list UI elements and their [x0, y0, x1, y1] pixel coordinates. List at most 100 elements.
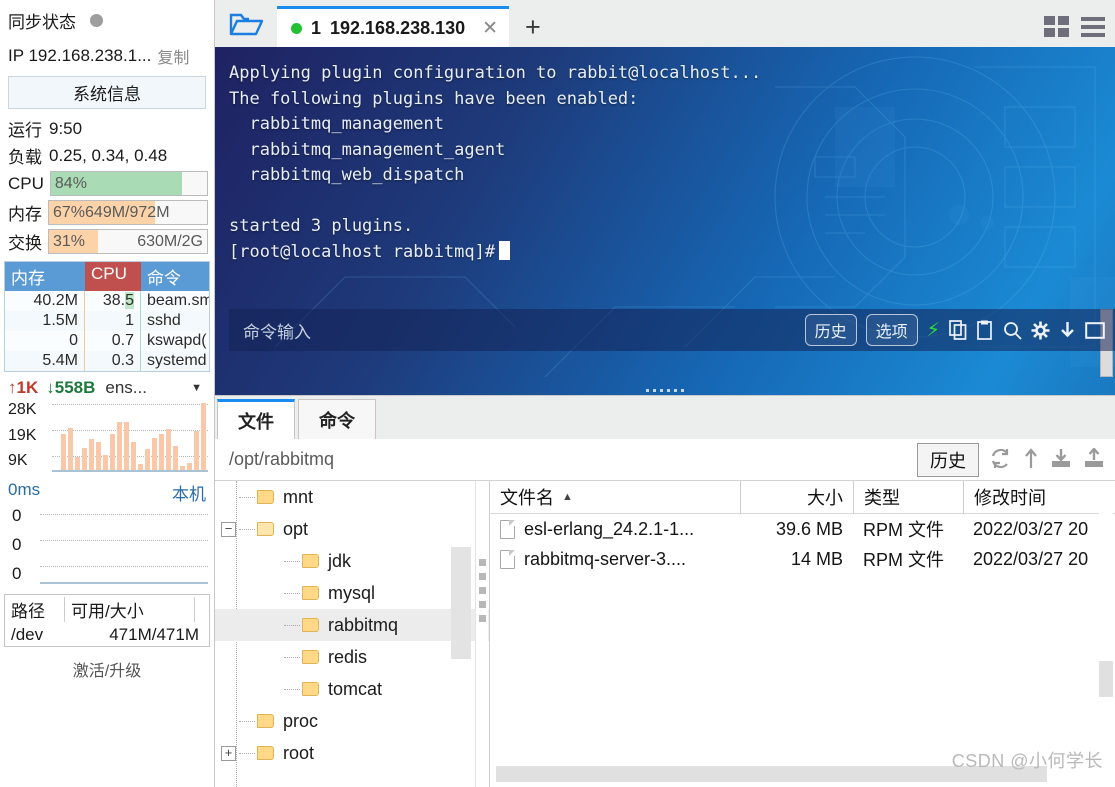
file-list-vscrollbar[interactable] — [1099, 483, 1113, 785]
file-name-cell: rabbitmq-server-3.... — [490, 549, 740, 570]
tree-connector — [284, 656, 300, 658]
file-name: esl-erlang_24.2.1-1... — [524, 518, 695, 539]
file-panel-tab-命令[interactable]: 命令 — [298, 399, 376, 439]
tree-resize-grip[interactable] — [479, 559, 486, 631]
tree-node-mysql[interactable]: mysql — [215, 577, 489, 609]
network-y-tick: 19K — [8, 426, 37, 444]
directory-tree[interactable]: mnt − opt jdk mysql rabbitmq redis tomcat proc + r… — [215, 481, 490, 787]
network-upload-rate: ↑1K — [8, 378, 39, 397]
command-input[interactable]: 命令输入 — [243, 318, 311, 343]
folder-icon — [302, 554, 319, 568]
tree-scroll-thumb[interactable] — [451, 547, 471, 659]
network-bar — [201, 402, 206, 470]
tree-node-redis[interactable]: redis — [215, 641, 489, 673]
ping-target-label[interactable]: 本机 — [172, 480, 206, 505]
download-icon[interactable] — [1050, 448, 1072, 472]
col-header-path[interactable]: 路径 — [5, 597, 65, 622]
tree-expander-toggle[interactable]: + — [221, 745, 236, 761]
search-icon[interactable] — [1003, 321, 1022, 340]
meter-row-交换: 交换 31% 630M/2G — [0, 227, 214, 256]
tree-connector — [284, 592, 300, 594]
col-header-memory[interactable]: 内存 — [5, 262, 85, 291]
terminal-history-button[interactable]: 历史 — [804, 314, 857, 346]
terminal-cursor — [499, 240, 511, 260]
file-history-button[interactable]: 历史 — [917, 442, 979, 477]
process-memory: 1.5M — [5, 311, 85, 331]
tree-node-rabbitmq[interactable]: rabbitmq — [215, 609, 489, 641]
terminal-tab-active[interactable]: 1 192.168.238.130 ✕ — [277, 6, 509, 47]
disk-row[interactable]: /dev 471M/471M — [5, 624, 209, 646]
resource-meters: CPU 84% 内存 67% 649M/972M 交换 31% 630M/2G — [0, 169, 214, 256]
copy-ip-button[interactable]: 复制 — [157, 44, 189, 68]
tree-node-root[interactable]: + root — [215, 737, 489, 769]
file-list-hscrollbar[interactable] — [496, 766, 1089, 782]
activate-upgrade-link[interactable]: 激活/升级 — [0, 647, 214, 687]
window-icon[interactable] — [1085, 321, 1105, 339]
file-list-row[interactable]: rabbitmq-server-3.... 14 MB RPM 文件 2022/03/… — [490, 544, 1115, 574]
ip-address-label: IP 192.168.238.1... — [8, 46, 152, 65]
network-chart: 28K 19K 9K — [0, 400, 214, 472]
process-row[interactable]: 40.2M 38.5 beam.sm — [5, 291, 209, 311]
new-tab-button[interactable]: + — [509, 14, 555, 47]
process-cpu: 38.5 — [85, 291, 141, 311]
folder-icon — [302, 618, 319, 632]
open-folder-icon[interactable] — [215, 0, 277, 47]
meter-text: 31% 630M/2G — [49, 230, 207, 253]
tree-node-jdk[interactable]: jdk — [215, 545, 489, 577]
refresh-icon[interactable] — [990, 448, 1012, 472]
process-row[interactable]: 5.4M 0.3 systemd — [5, 351, 209, 371]
tree-node-label: rabbitmq — [328, 614, 399, 635]
panel-splitter-handle[interactable] — [215, 385, 1115, 395]
upload-icon[interactable] — [1083, 446, 1105, 472]
directory-tree-nodes: mnt − opt jdk mysql rabbitmq redis tomcat proc + r… — [215, 481, 489, 769]
col-header-modified[interactable]: 修改时间 — [963, 480, 1115, 514]
tree-node-tomcat[interactable]: tomcat — [215, 673, 489, 705]
network-bars — [52, 400, 208, 470]
tree-connector — [284, 624, 300, 626]
meter-value: 630M/2G — [137, 232, 203, 250]
process-row[interactable]: 0 0.7 kswapd( — [5, 331, 209, 351]
bolt-icon[interactable]: ⚡ — [927, 321, 940, 340]
terminal-options-button[interactable]: 选项 — [865, 314, 918, 346]
meter-percent: 84% — [54, 174, 87, 192]
copy-icon[interactable] — [949, 320, 967, 340]
file-size: 14 MB — [790, 548, 843, 569]
process-memory: 0 — [5, 331, 85, 351]
path-input[interactable]: /opt/rabbitmq — [229, 449, 334, 470]
file-list-row[interactable]: esl-erlang_24.2.1-1... 39.6 MB RPM 文件 2022/… — [490, 514, 1115, 544]
col-header-cpu[interactable]: CPU — [85, 262, 141, 291]
tree-node-label: jdk — [328, 550, 352, 571]
tree-expander-toggle[interactable]: − — [221, 521, 236, 537]
gear-icon[interactable] — [1031, 321, 1050, 340]
paste-icon[interactable] — [976, 320, 994, 340]
terminal-command-bar: 命令输入 历史 选项 ⚡ — [229, 309, 1115, 351]
tree-node-opt[interactable]: − opt — [215, 513, 489, 545]
close-icon[interactable]: ✕ — [482, 17, 498, 40]
network-y-tick: 28K — [8, 401, 37, 418]
download-icon[interactable] — [1059, 321, 1076, 340]
file-panel-tab-文件[interactable]: 文件 — [217, 399, 295, 439]
col-header-filename[interactable]: 文件名 ▲ — [490, 481, 740, 514]
parent-dir-icon[interactable] — [1023, 447, 1039, 472]
grid-view-icon[interactable] — [1044, 16, 1069, 37]
network-bar — [166, 429, 171, 470]
tree-node-proc[interactable]: proc — [215, 705, 489, 737]
ping-chart: 0 0 0 — [0, 506, 214, 584]
network-bar — [82, 447, 87, 470]
process-row[interactable]: 1.5M 1 sshd — [5, 311, 209, 331]
col-header-size[interactable]: 大小 — [740, 480, 853, 514]
tree-scrollbar[interactable] — [475, 481, 488, 787]
col-header-type[interactable]: 类型 — [853, 480, 963, 514]
col-header-command[interactable]: 命令 — [141, 262, 209, 291]
uptime-row: 运行 9:50 — [0, 115, 214, 142]
tree-node-mnt[interactable]: mnt — [215, 481, 489, 513]
col-header-avail-size[interactable]: 可用/大小 — [65, 597, 195, 622]
uptime-label: 运行 — [8, 121, 42, 140]
hamburger-menu-icon[interactable] — [1081, 16, 1105, 37]
process-memory: 40.2M — [5, 291, 85, 311]
system-info-button[interactable]: 系统信息 — [8, 76, 206, 109]
network-bar — [131, 442, 136, 470]
chevron-down-icon[interactable]: ▼ — [191, 382, 206, 394]
sync-status-row: 同步状态 — [0, 0, 214, 40]
terminal-panel[interactable]: Applying plugin configuration to rabbit@… — [215, 47, 1115, 395]
